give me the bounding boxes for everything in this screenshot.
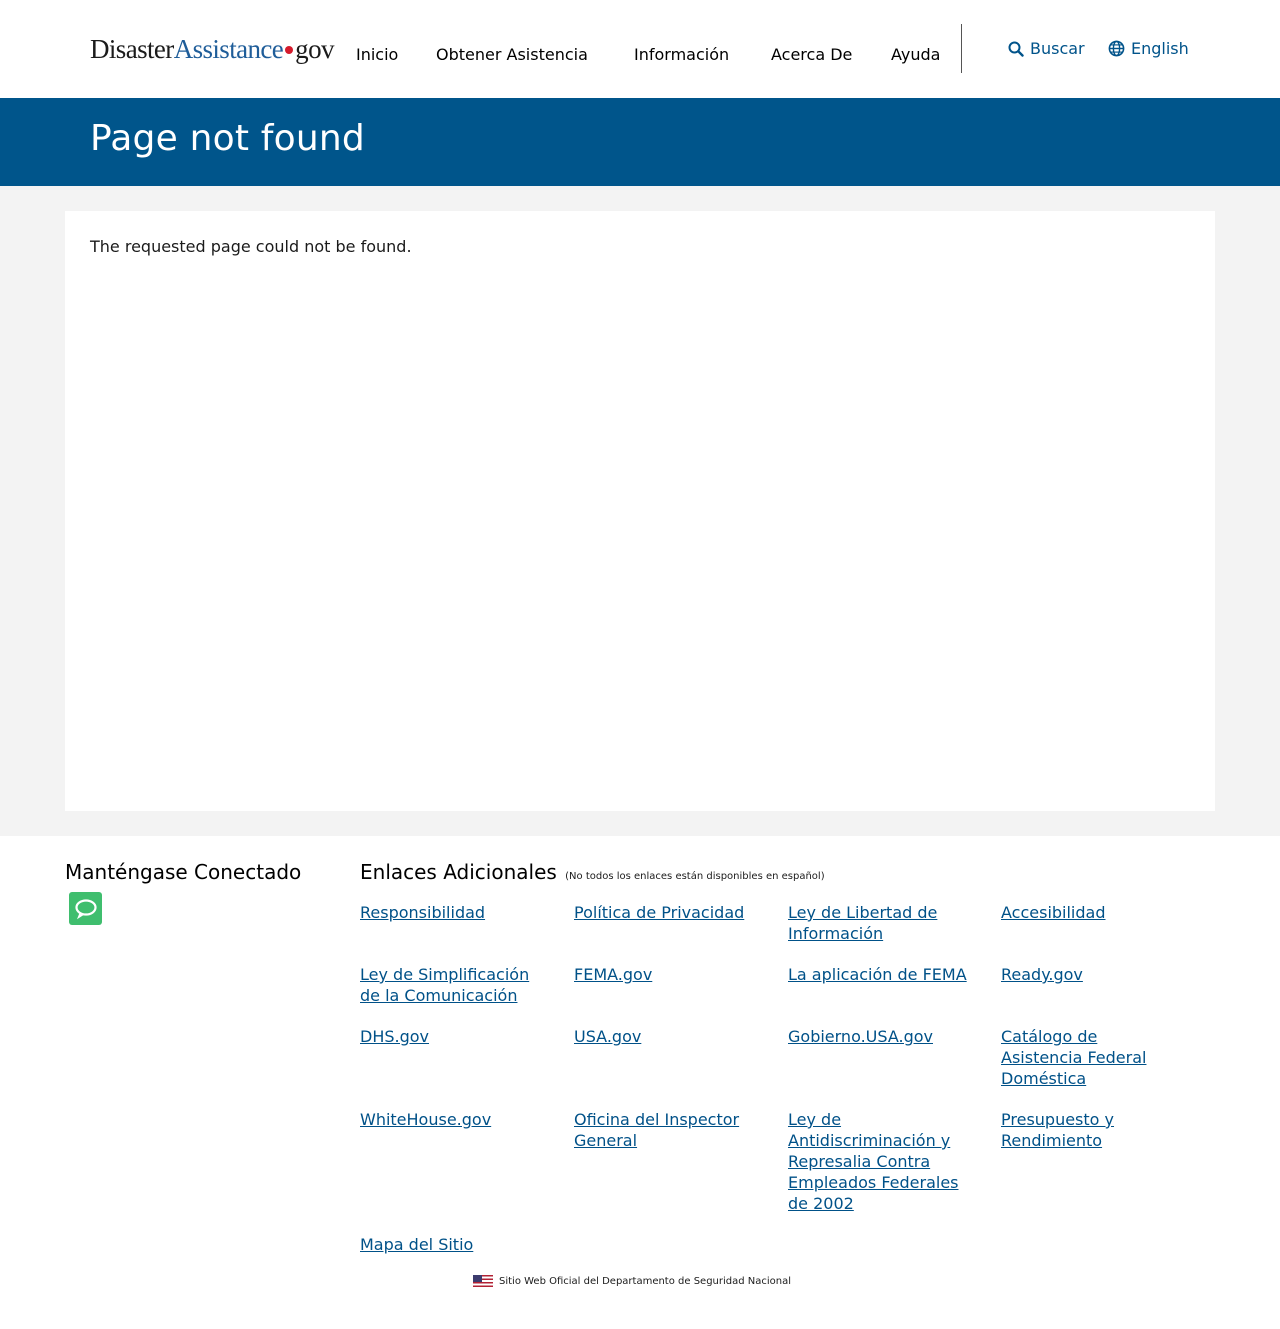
footer-link-dhs[interactable]: DHS.gov — [360, 1026, 545, 1047]
footer-link-app-fema[interactable]: La aplicación de FEMA — [788, 964, 988, 985]
chat-button[interactable] — [69, 892, 102, 925]
main-area: The requested page could not be found. — [0, 186, 1280, 836]
official-site-text: Sitio Web Oficial del Departamento de Se… — [499, 1275, 792, 1287]
footer-link-simplificacion[interactable]: Ley de Simplificación de la Comunicación — [360, 964, 545, 1006]
footer-link-privacidad[interactable]: Política de Privacidad — [574, 902, 764, 923]
footer-link-presupuesto[interactable]: Presupuesto y Rendimiento — [1001, 1109, 1161, 1151]
search-icon — [1008, 41, 1024, 57]
footer-link-inspector-general[interactable]: Oficina del Inspector General — [574, 1109, 764, 1151]
site-header: DisasterAssistance gov Inicio Obtener Asi… — [0, 0, 1280, 98]
logo-part-gov: gov — [295, 34, 334, 64]
language-link[interactable]: English — [1108, 39, 1189, 58]
footer-link-responsibilidad[interactable]: Responsibilidad — [360, 902, 545, 923]
footer-link-antidiscriminacion[interactable]: Ley de Antidiscriminación y Represalia C… — [788, 1109, 968, 1214]
language-label: English — [1131, 39, 1189, 58]
connect-title: Manténgase Conectado — [65, 860, 302, 884]
logo-part-assistance: Assistance — [173, 34, 284, 64]
footer-link-fema[interactable]: FEMA.gov — [574, 964, 764, 985]
us-flag-icon — [473, 1275, 493, 1287]
footer-link-mapa-sitio[interactable]: Mapa del Sitio — [360, 1234, 545, 1255]
site-footer: Manténgase Conectado Enlaces Adicionales… — [0, 836, 1280, 1329]
content-card: The requested page could not be found. — [65, 211, 1215, 811]
nav-obtener-asistencia[interactable]: Obtener Asistencia — [436, 45, 588, 64]
footer-link-catalogo[interactable]: Catálogo de Asistencia Federal Doméstica — [1001, 1026, 1161, 1089]
nav-divider — [961, 24, 962, 73]
search-label: Buscar — [1030, 39, 1085, 58]
footer-link-gobierno-usa[interactable]: Gobierno.USA.gov — [788, 1026, 988, 1047]
footer-link-libertad-informacion[interactable]: Ley de Libertad de Información — [788, 902, 968, 944]
logo-dot — [285, 46, 294, 55]
footer-link-usa[interactable]: USA.gov — [574, 1026, 764, 1047]
footer-link-accesibilidad[interactable]: Accesibilidad — [1001, 902, 1176, 923]
chat-bubble-icon — [74, 898, 97, 919]
page-title: Page not found — [90, 118, 365, 159]
site-logo[interactable]: DisasterAssistance gov — [90, 34, 334, 65]
logo-part-disaster: Disaster — [90, 34, 174, 64]
footer-link-whitehouse[interactable]: WhiteHouse.gov — [360, 1109, 545, 1130]
additional-links-title: Enlaces Adicionales (No todos los enlace… — [360, 860, 825, 884]
page-banner: Page not found — [0, 98, 1280, 186]
not-found-message: The requested page could not be found. — [90, 237, 412, 256]
additional-links-heading: Enlaces Adicionales — [360, 860, 557, 884]
nav-inicio[interactable]: Inicio — [356, 45, 398, 64]
additional-links-note: (No todos los enlaces están disponibles … — [565, 871, 825, 882]
nav-ayuda[interactable]: Ayuda — [891, 45, 940, 64]
footer-link-ready[interactable]: Ready.gov — [1001, 964, 1176, 985]
nav-acerca-de[interactable]: Acerca De — [771, 45, 852, 64]
nav-informacion[interactable]: Información — [634, 45, 729, 64]
official-site-notice: Sitio Web Oficial del Departamento de Se… — [473, 1275, 791, 1287]
search-link[interactable]: Buscar — [1008, 39, 1085, 58]
globe-icon — [1108, 40, 1125, 57]
